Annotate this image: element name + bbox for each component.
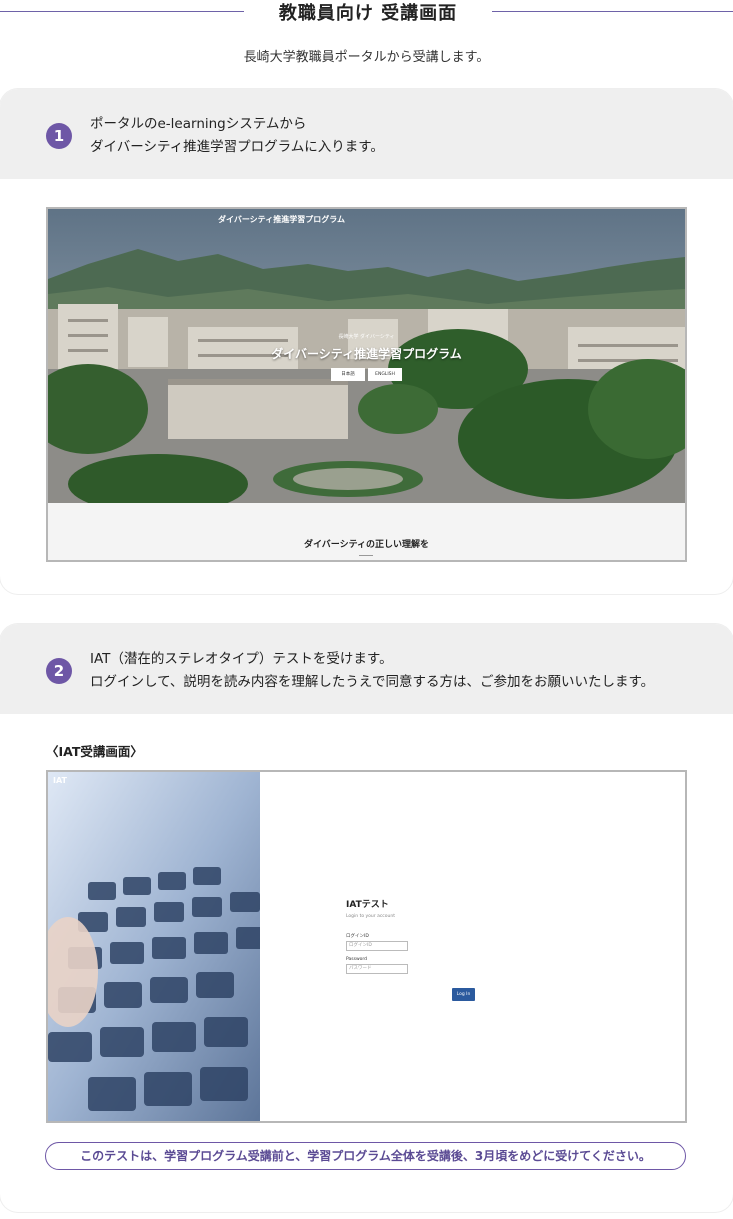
language-english-button[interactable]: ENGLISH xyxy=(368,368,402,381)
step-2-number-badge: 2 xyxy=(46,658,72,684)
step-1-text: ポータルのe-learningシステムから ダイバーシティ推進学習プログラムに入… xyxy=(90,113,384,159)
portal-screenshot: ダイバーシティ推進学習プログラム 長崎大学 ダイバーシティ ダイバーシティ推進学… xyxy=(46,207,687,562)
password-label: Password xyxy=(346,957,368,962)
portal-section-divider xyxy=(359,555,373,556)
login-form-subtitle: Login to your account xyxy=(346,914,395,919)
login-button[interactable]: Log In xyxy=(452,988,475,1001)
iat-logo: IAT xyxy=(53,776,68,785)
portal-subtitle: 長崎大学 ダイバーシティ xyxy=(338,334,395,340)
step-1-line-1: ポータルのe-learningシステムから xyxy=(90,116,307,132)
header-rule-right xyxy=(492,11,733,12)
section-header: 教職員向け 受講画面 xyxy=(0,0,733,26)
step-1-header: 1 ポータルのe-learningシステムから ダイバーシティ推進学習プログラム… xyxy=(0,89,733,179)
iat-screenshot: IAT IATテスト Login to your account ログインID … xyxy=(46,770,687,1123)
step-2-line-1: IAT（潜在的ステレオタイプ）テストを受けます。 xyxy=(90,651,393,667)
keyboard-photo xyxy=(48,772,260,1121)
step-2-card: 2 IAT（潜在的ステレオタイプ）テストを受けます。 ログインして、説明を読み内… xyxy=(0,624,733,1212)
login-form: IATテスト Login to your account ログインID ログイン… xyxy=(346,897,408,974)
portal-main-title: ダイバーシティ推進学習プログラム xyxy=(271,347,462,361)
intro-text: 長崎大学教職員ポータルから受講します。 xyxy=(243,50,490,65)
iat-screen-label: 〈IAT受講画面〉 xyxy=(46,744,143,759)
step-1-number-badge: 1 xyxy=(46,123,72,149)
language-japanese-button[interactable]: 日本語 xyxy=(331,368,365,381)
step-1-line-2: ダイバーシティ推進学習プログラムに入ります。 xyxy=(90,139,384,155)
login-form-title: IATテスト xyxy=(346,900,389,910)
portal-intro-section: ダイバーシティの正しい理解を xyxy=(48,503,685,560)
password-input[interactable]: パスワード xyxy=(346,964,408,974)
step-2-text: IAT（潜在的ステレオタイプ）テストを受けます。 ログインして、説明を読み内容を… xyxy=(90,648,654,694)
timing-note: このテストは、学習プログラム受講前と、学習プログラム全体を受講後、3月頃をめどに… xyxy=(45,1142,686,1170)
portal-section-title: ダイバーシティの正しい理解を xyxy=(303,540,430,550)
portal-top-title: ダイバーシティ推進学習プログラム xyxy=(218,215,345,224)
login-id-input[interactable]: ログインID xyxy=(346,941,408,951)
step-2-line-2: ログインして、説明を読み内容を理解したうえで同意する方は、ご参加をお願いいたしま… xyxy=(90,674,655,690)
step-2-header: 2 IAT（潜在的ステレオタイプ）テストを受けます。 ログインして、説明を読み内… xyxy=(0,624,733,714)
keyboard-photo-image xyxy=(48,772,260,1121)
header-rule-left xyxy=(0,11,244,12)
step-1-card: 1 ポータルのe-learningシステムから ダイバーシティ推進学習プログラム… xyxy=(0,89,733,594)
login-id-label: ログインID xyxy=(346,934,369,939)
page-title: 教職員向け 受講画面 xyxy=(278,3,458,24)
